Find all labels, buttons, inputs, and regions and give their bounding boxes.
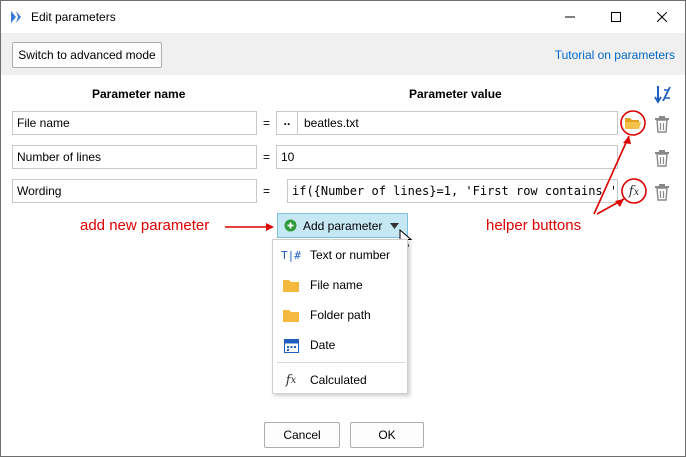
add-parameter-menu: T|# Text or number File name Folder path bbox=[272, 239, 408, 394]
ok-button[interactable]: OK bbox=[350, 422, 424, 448]
function-icon: fx bbox=[285, 372, 297, 388]
menu-item-label: Text or number bbox=[310, 248, 391, 262]
chevron-down-icon bbox=[390, 223, 399, 229]
text-number-icon: T|# bbox=[281, 248, 301, 262]
arrow-to-folder bbox=[593, 135, 630, 215]
menu-item-calculated[interactable]: fx Calculated bbox=[273, 367, 407, 393]
calendar-icon bbox=[282, 337, 300, 353]
menu-separator bbox=[277, 362, 405, 363]
add-parameter-label: Add parameter bbox=[303, 219, 383, 233]
plus-circle-icon bbox=[284, 219, 297, 232]
edit-parameters-window: Edit parameters Switch to advanced mode … bbox=[0, 0, 686, 457]
folder-icon bbox=[282, 307, 300, 323]
folder-icon bbox=[282, 277, 300, 293]
menu-item-folder-path[interactable]: Folder path bbox=[273, 302, 407, 328]
menu-item-label: Folder path bbox=[310, 308, 371, 322]
menu-item-file-name[interactable]: File name bbox=[273, 272, 407, 298]
menu-item-label: Calculated bbox=[310, 373, 367, 387]
menu-item-label: File name bbox=[310, 278, 363, 292]
cancel-button[interactable]: Cancel bbox=[264, 422, 340, 448]
menu-item-text-or-number[interactable]: T|# Text or number bbox=[273, 242, 407, 268]
menu-item-date[interactable]: Date bbox=[273, 332, 407, 358]
annotation-helpers: helper buttons bbox=[486, 217, 582, 234]
menu-item-label: Date bbox=[310, 338, 336, 352]
highlight-circle-function bbox=[621, 178, 647, 204]
annotation-add-new: add new parameter bbox=[80, 217, 210, 234]
add-parameter-button[interactable]: Add parameter bbox=[277, 213, 408, 238]
highlight-circle-folder bbox=[620, 110, 646, 136]
